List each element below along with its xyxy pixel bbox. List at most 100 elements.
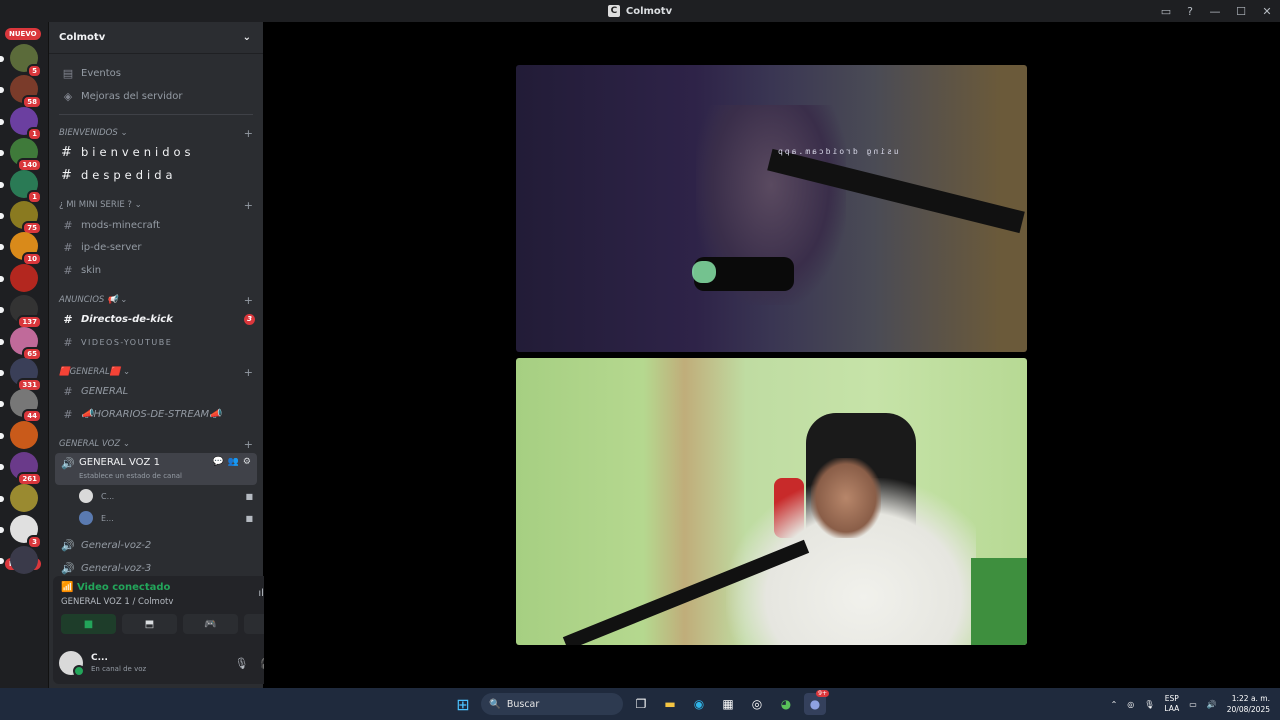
app-icon[interactable]: ◎ <box>746 693 768 715</box>
clock[interactable]: 1:22 a. m. 20/08/2025 <box>1227 693 1270 715</box>
server-icon[interactable]: 140 <box>0 138 42 173</box>
server-boosts-label: Mejoras del servidor <box>81 90 183 102</box>
add-channel-icon[interactable]: + <box>244 294 253 307</box>
server-icon[interactable]: 58 <box>0 75 42 110</box>
display-icon[interactable]: ▭ <box>1189 700 1197 709</box>
discord-icon[interactable]: ● 9+ <box>804 690 829 715</box>
date: 20/08/2025 <box>1226 705 1270 714</box>
server-icon[interactable]: 261 <box>0 452 42 487</box>
voice-user[interactable]: C... ■ <box>79 487 253 505</box>
user-status: En canal de voz <box>91 665 147 673</box>
voice-location[interactable]: GENERAL VOZ 1 / Colmotv <box>61 597 173 607</box>
close-button[interactable]: ✕ <box>1254 0 1280 22</box>
server-header[interactable]: Colmotv ⌄ <box>49 22 263 54</box>
channel-bienvenidos[interactable]: # bienvenidos <box>57 142 255 162</box>
volume-icon[interactable]: 🔊 <box>1207 700 1217 709</box>
server-icon[interactable]: 3 <box>0 515 42 549</box>
add-channel-icon[interactable]: + <box>244 127 253 140</box>
voice-user[interactable]: E... ■ <box>79 509 253 527</box>
server-icon[interactable]: 1 <box>0 106 42 141</box>
voice-channel-general-voz-2[interactable]: 🔊 General-voz-2 <box>57 535 255 555</box>
server-icon[interactable] <box>0 546 38 575</box>
server-icon[interactable]: 5 <box>0 44 42 78</box>
app-tray-icon[interactable]: ◎ <box>1127 700 1134 709</box>
maximize-button[interactable]: ☐ <box>1228 0 1254 22</box>
microphone-icon[interactable]: 🎙 <box>234 657 248 670</box>
add-channel-icon[interactable]: + <box>244 438 253 451</box>
category-bienvenidos[interactable]: BIENVENIDOS ⌄ + <box>59 126 253 140</box>
time: 1:22 a. m. <box>1231 694 1270 703</box>
video-tile-2[interactable] <box>516 358 1027 645</box>
gear-icon[interactable]: ⚙ <box>243 457 251 467</box>
help-icon[interactable]: ? <box>1178 0 1202 22</box>
screen-share-button[interactable]: ⬒ <box>122 614 177 634</box>
windows-start-icon[interactable]: ⊞ <box>452 693 474 715</box>
add-channel-icon[interactable]: + <box>244 366 253 379</box>
unread-indicator <box>0 338 4 345</box>
server-icon[interactable]: 75 <box>0 201 42 235</box>
channel-mods-minecraft[interactable]: # mods-minecraft <box>57 215 255 235</box>
hashtag-icon: # <box>63 240 73 254</box>
server-icon[interactable] <box>0 483 38 512</box>
task-view-icon[interactable]: ❐ <box>630 693 652 715</box>
events-item[interactable]: ▤ Eventos <box>57 63 255 83</box>
language-indicator[interactable]: ESP LAA <box>1164 694 1179 714</box>
server-icon[interactable] <box>0 263 38 292</box>
channel-ip-de-server[interactable]: # ip-de-server <box>57 237 255 257</box>
file-explorer-icon[interactable]: ▬ <box>659 693 681 715</box>
channel-despedida[interactable]: # despedida <box>57 165 255 185</box>
username: C... <box>91 653 108 663</box>
server-icon[interactable] <box>0 420 38 449</box>
camera-button[interactable]: ■ <box>61 614 116 634</box>
server-boosts-item[interactable]: ◈ Mejoras del servidor <box>57 86 255 106</box>
add-channel-icon[interactable]: + <box>244 199 253 212</box>
server-icon[interactable]: 65 <box>0 326 42 361</box>
unread-indicator <box>0 244 4 251</box>
server-list: NUEVO NUEVO 55811401751013765331442613 <box>0 22 48 688</box>
activity-button[interactable]: 🎮 <box>183 614 238 634</box>
server-icon[interactable]: 10 <box>0 232 42 267</box>
server-name: Colmotv <box>59 32 106 43</box>
title-bar: C Colmotv ▭ ? — ☐ ✕ <box>0 0 1280 22</box>
channel-label: Directos-de-kick <box>81 313 173 325</box>
channel-directos-de-kick[interactable]: # Directos-de-kick 3 <box>57 309 255 329</box>
unread-indicator <box>0 56 4 62</box>
hashtag-icon: # <box>63 312 73 326</box>
microphone-icon[interactable]: 🎙 <box>1144 700 1154 709</box>
search-box[interactable]: 🔍 Buscar <box>481 693 623 715</box>
server-icon[interactable]: 44 <box>0 389 42 424</box>
voice-user-name: E... <box>101 513 114 523</box>
voice-status[interactable]: 📶 Video conectado <box>61 582 170 593</box>
video-tile-1[interactable]: using droidcam.app <box>516 65 1027 352</box>
unread-indicator <box>0 370 4 376</box>
chat-icon[interactable]: 💬 <box>212 457 223 467</box>
discord-badge: 9+ <box>816 690 829 697</box>
voice-user-name: C... <box>101 491 115 501</box>
category-anuncios[interactable]: ANUNCIOS 📢 ⌄ + <box>59 293 253 307</box>
avatar[interactable] <box>59 651 85 677</box>
category-label: ¿ MI MINI SERIE ? <box>59 200 132 210</box>
voice-channel-general-voz-3[interactable]: 🔊 General-voz-3 <box>57 558 255 578</box>
channel-skin[interactable]: # skin <box>57 260 255 280</box>
category-general-voz[interactable]: GENERAL VOZ ⌄ + <box>59 437 253 451</box>
category-general[interactable]: 🟥GENERAL🟥 ⌄ + <box>59 365 253 379</box>
channel-general[interactable]: # GENERAL <box>57 381 255 401</box>
voice-channel-general-voz-1[interactable]: 🔊 GENERAL VOZ 1 Establece un estado de c… <box>55 453 257 485</box>
unread-indicator <box>0 87 4 94</box>
speaker-icon: 🔊 <box>61 561 75 575</box>
inbox-icon[interactable]: ▭ <box>1154 0 1178 22</box>
server-icon[interactable]: 137 <box>0 295 42 330</box>
channel-horarios-de-stream[interactable]: # 📣HORARIOS-DE-STREAM📣 <box>57 404 255 424</box>
server-logo-icon: C <box>607 5 620 17</box>
channel-videos-youtube[interactable]: # VIDEOS-YOUTUBE <box>57 332 255 352</box>
category-mini-serie[interactable]: ¿ MI MINI SERIE ? ⌄ + <box>59 198 253 212</box>
chevron-up-icon[interactable]: ⌃ <box>1111 700 1118 709</box>
server-icon[interactable]: 1 <box>0 169 42 204</box>
chrome-icon[interactable]: ◕ <box>775 693 797 715</box>
edge-icon[interactable]: ◉ <box>688 693 710 715</box>
store-icon[interactable]: ▦ <box>717 693 739 715</box>
server-icon[interactable]: 331 <box>0 358 42 392</box>
minimize-button[interactable]: — <box>1202 0 1228 22</box>
invite-icon[interactable]: 👥 <box>228 457 239 467</box>
channel-status-text[interactable]: Establece un estado de canal <box>79 472 182 480</box>
